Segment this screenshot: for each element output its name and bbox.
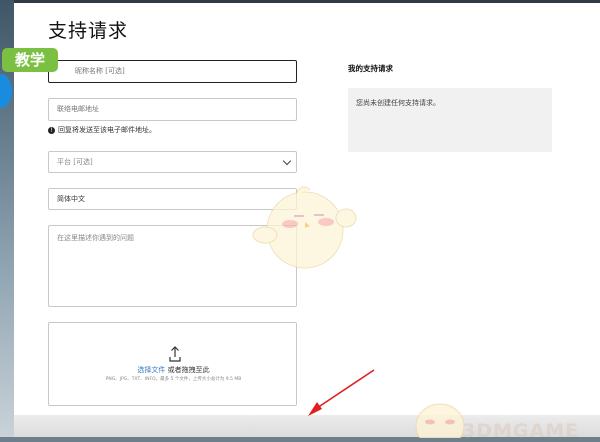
- tutorial-badge: 教学: [2, 48, 58, 72]
- red-arrow-annotation: [308, 369, 375, 416]
- support-page: 支持请求 昵称名称 [可选] 联络电邮地址 ! 回复将发送至该电子邮件地址。 平台…: [14, 0, 600, 442]
